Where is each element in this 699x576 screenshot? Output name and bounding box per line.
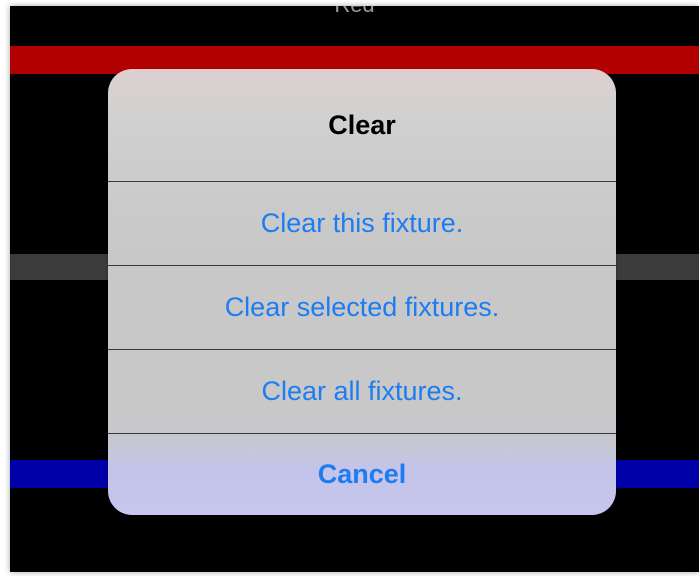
cancel-button[interactable]: Cancel xyxy=(108,434,616,515)
action-sheet-title: Clear xyxy=(328,109,396,140)
clear-this-fixture-button[interactable]: Clear this fixture. xyxy=(108,182,616,265)
clear-action-sheet: Clear Clear this fixture. Clear selected… xyxy=(108,69,616,515)
background-title: Red xyxy=(10,6,699,18)
window-frame: Red Clear Clear this fixture. Clear sele… xyxy=(0,0,699,576)
app-screen: Red Clear Clear this fixture. Clear sele… xyxy=(10,6,699,572)
clear-selected-fixtures-button[interactable]: Clear selected fixtures. xyxy=(108,266,616,349)
clear-all-fixtures-button[interactable]: Clear all fixtures. xyxy=(108,350,616,433)
